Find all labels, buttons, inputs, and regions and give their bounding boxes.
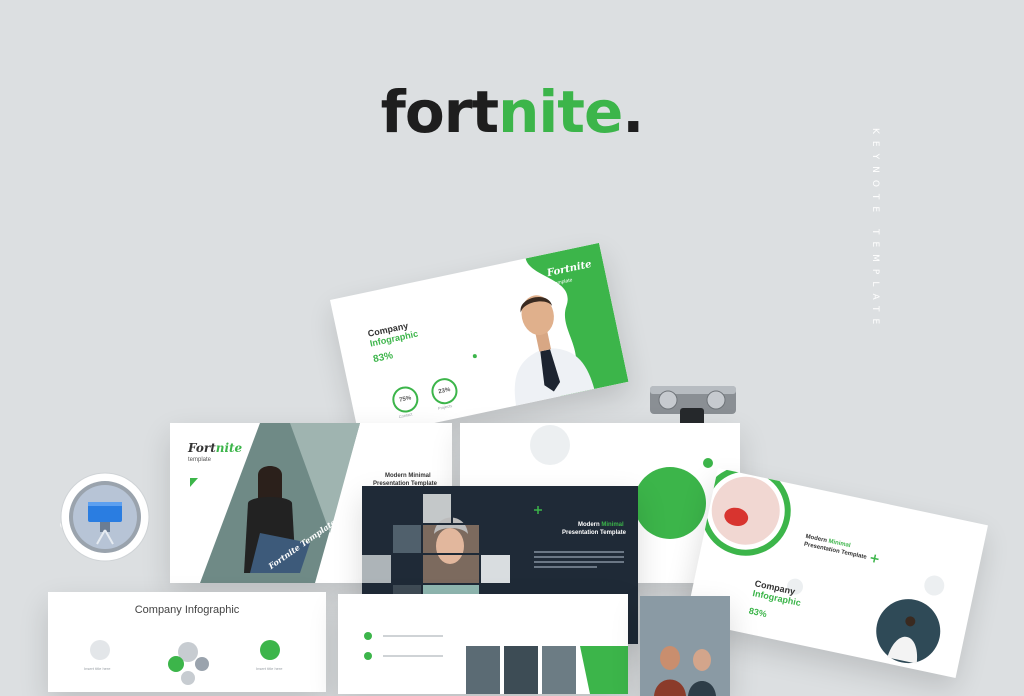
bottom-left-slide-left-label: Insert title here	[84, 666, 111, 671]
ring-contact-value: 75%	[398, 395, 412, 404]
dark-slide-heading-part1: Modern	[578, 522, 600, 528]
dark-slide-heading-line2: Presentation Template	[562, 530, 626, 536]
brand-name-dot: .	[622, 78, 644, 146]
dark-slide-heading-line1: Modern Minimal	[578, 522, 624, 528]
bottom-middle-slide[interactable]	[338, 594, 628, 694]
dark-slide-heading-part2: Minimal	[601, 522, 624, 528]
brand-name-part2: nite	[498, 78, 623, 146]
dark-slide-body	[534, 548, 624, 571]
side-tag: KEYNOTE TEMPLATE	[870, 128, 880, 332]
bottom-right-photo	[640, 596, 730, 696]
gears-icon	[90, 640, 280, 685]
bottom-right-slide[interactable]	[640, 596, 730, 696]
right-slide[interactable]: Modern Minimal Presentation Template Com…	[685, 468, 988, 678]
bottom-left-slide-right-label: Insert title here	[256, 666, 283, 671]
bottom-left-slide[interactable]: Company Infographic Insert title here In…	[48, 592, 326, 692]
ring-projects-value: 23%	[437, 387, 451, 396]
brand-name-part1: fort	[380, 78, 499, 146]
main-slide[interactable]: Company Infographic 83% 75% 23% Contact …	[330, 242, 629, 439]
keynote-app-icon	[60, 472, 150, 562]
right-slide-graphics	[700, 468, 945, 664]
bottom-middle-photos	[364, 632, 628, 694]
left-slide-heading-line1: Modern Minimal	[385, 473, 431, 479]
